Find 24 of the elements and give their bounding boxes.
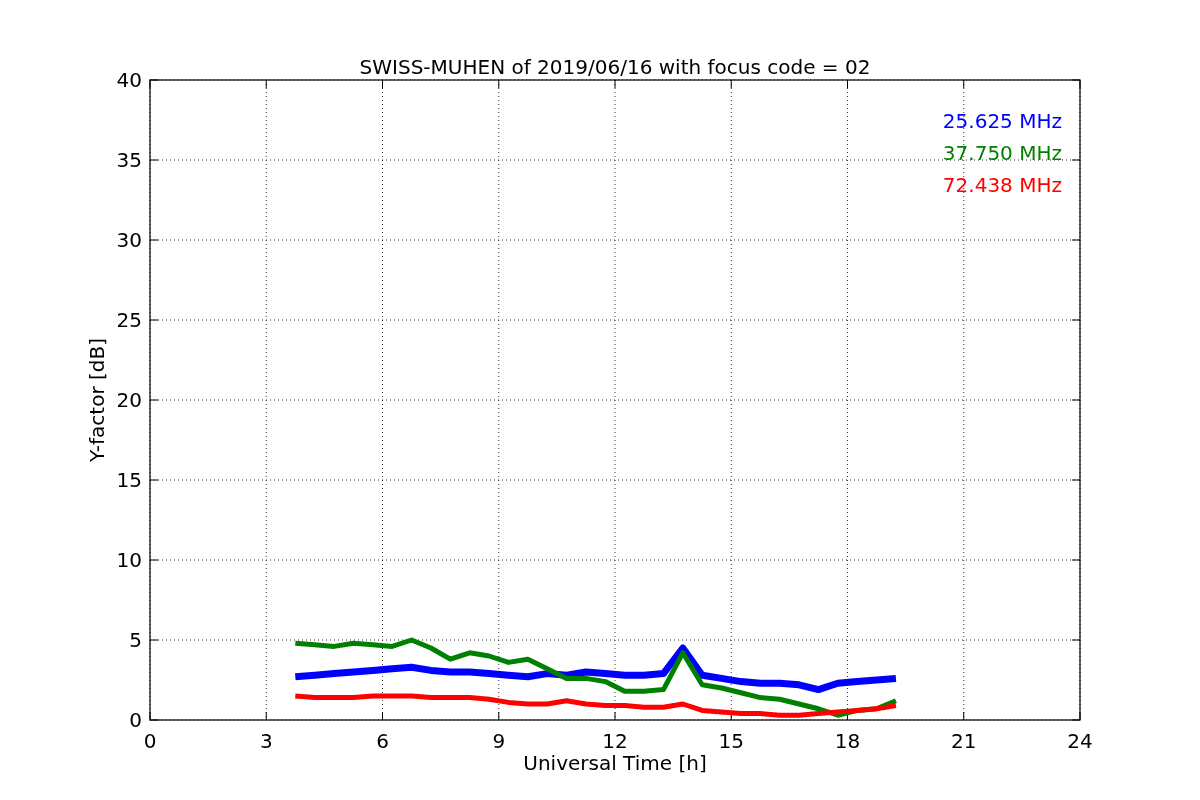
x-tick-label: 21 (951, 729, 977, 753)
x-tick-label: 3 (259, 729, 273, 753)
y-axis-label: Y-factor [dB] (85, 338, 109, 462)
legend-label: 72.438 MHz (942, 173, 1062, 197)
x-axis-label: Universal Time [h] (523, 751, 707, 775)
x-tick-label: 9 (492, 729, 506, 753)
y-tick-label: 0 (129, 708, 142, 732)
x-tick-label: 18 (834, 729, 861, 753)
y-tick-label: 10 (116, 548, 142, 572)
y-tick-label: 25 (116, 308, 142, 332)
y-tick-label: 40 (116, 68, 142, 92)
y-tick-label: 20 (116, 388, 142, 412)
legend-label: 25.625 MHz (942, 109, 1062, 133)
x-tick-label: 6 (376, 729, 389, 753)
y-tick-label: 5 (129, 628, 142, 652)
x-tick-label: 0 (143, 729, 157, 753)
y-tick-label: 30 (116, 228, 142, 252)
x-tick-label: 15 (718, 729, 744, 753)
chart-title: SWISS-MUHEN of 2019/06/16 with focus code = 02 (359, 55, 871, 79)
legend-label: 37.750 MHz (942, 141, 1062, 165)
x-tick-label: 12 (602, 729, 628, 753)
y-tick-label: 35 (116, 148, 142, 172)
y-tick-label: 15 (116, 468, 142, 492)
x-tick-label: 24 (1067, 729, 1093, 753)
